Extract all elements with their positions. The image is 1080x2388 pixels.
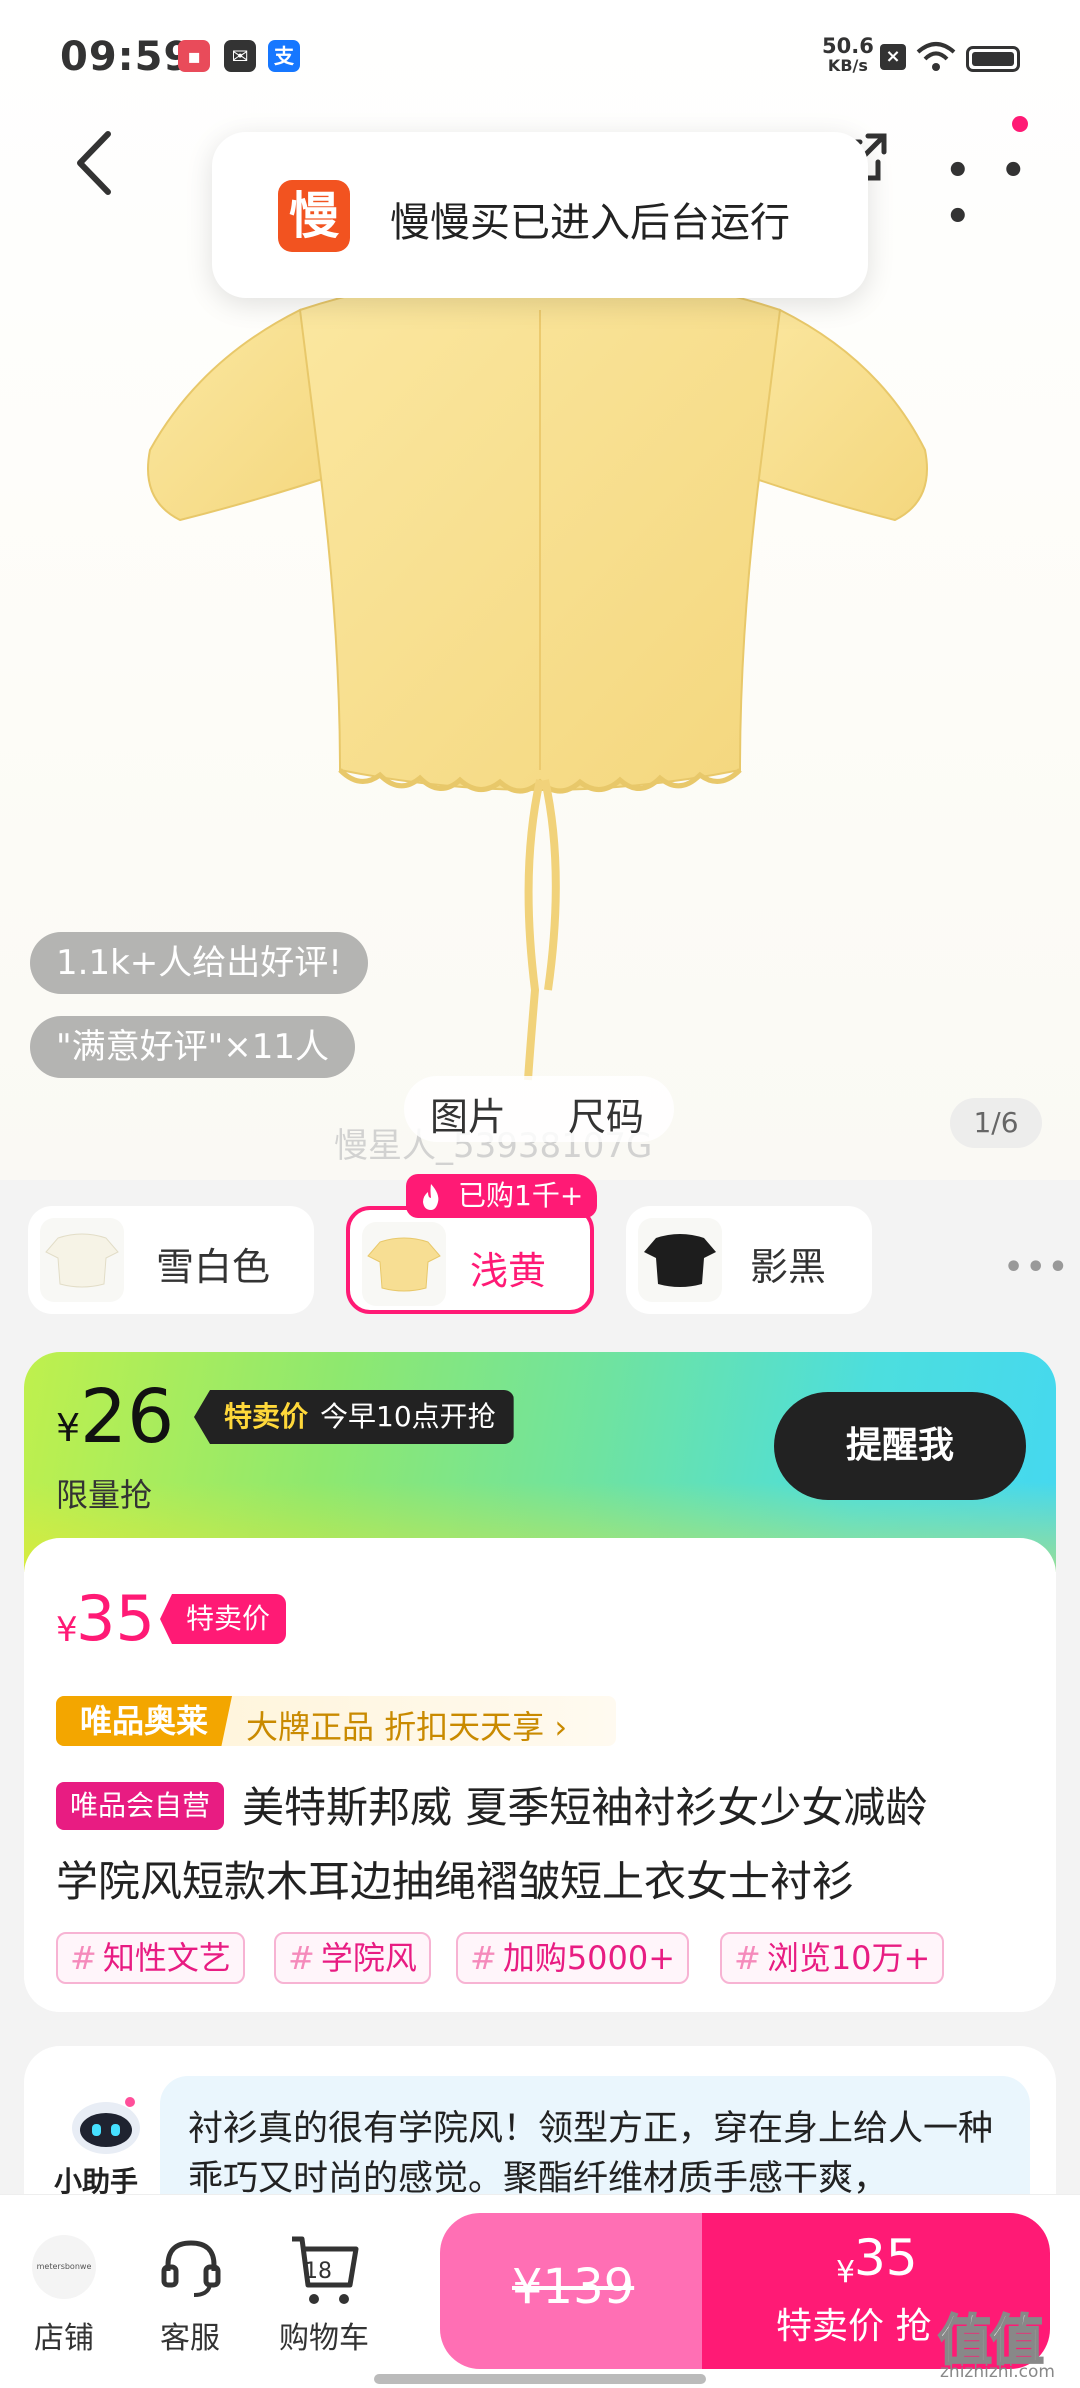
robot-assistant-icon xyxy=(72,2097,140,2154)
variant-light-yellow[interactable]: 浅黄 xyxy=(346,1206,594,1314)
flame-icon xyxy=(423,1184,439,1210)
product-info: ¥ 35 特卖价 唯品奥莱 大牌正品 折扣天天享 › 唯品会自营 美特斯邦威 夏… xyxy=(24,1538,1056,2012)
bottom-action-bar: metersbonwe 店铺 客服 18 购物车 ¥139 ¥ 35 特卖价 抢 xyxy=(0,2194,1080,2388)
satisfied-pill[interactable]: "满意好评"×11人 xyxy=(30,1016,356,1078)
variant-shadow-black[interactable]: 影黑 xyxy=(626,1206,872,1314)
site-watermark-url: zhizhizhi.com xyxy=(940,2362,1055,2382)
background-toast: 慢 慢慢买已进入后台运行 xyxy=(212,132,868,298)
customer-service-button[interactable]: 客服 xyxy=(130,2195,250,2388)
sim-off-icon: × xyxy=(880,44,906,70)
flash-sale-price: 26 xyxy=(80,1374,175,1460)
more-icon[interactable]: • • • xyxy=(945,148,1080,240)
headset-icon xyxy=(161,2240,221,2297)
shop-logo: metersbonwe xyxy=(32,2235,96,2299)
tag-chip[interactable]: # 学院风 xyxy=(274,1932,431,1984)
variant-thumbnail xyxy=(638,1218,722,1302)
original-price: ¥139 xyxy=(512,2259,635,2315)
toast-message: 慢慢买已进入后台运行 xyxy=(390,200,790,246)
status-bar: 09:59 ▪ ✉ 支 50.6 KB/s × xyxy=(0,0,1080,115)
special-price-tag: 特卖价 xyxy=(160,1594,287,1644)
tab-images[interactable]: 图片 xyxy=(430,1086,506,1141)
wifi-icon xyxy=(916,42,956,71)
outlet-banner[interactable]: 唯品奥莱 大牌正品 折扣天天享 › xyxy=(56,1696,616,1746)
battery-icon xyxy=(966,46,1020,72)
outlet-brand-label: 唯品奥莱 xyxy=(56,1696,232,1746)
mail-icon: ✉ xyxy=(224,40,256,72)
clock: 09:59 xyxy=(60,34,193,80)
price-card: ¥ 26 特卖价 今早10点开抢 限量抢 提醒我 ¥ 35 特卖价 唯品奥莱 大牌… xyxy=(24,1352,1056,2012)
image-pager: 1/6 xyxy=(950,1098,1042,1148)
variant-snow-white[interactable]: 雪白色 xyxy=(28,1206,314,1314)
image-tab-switch: 图片 尺码 xyxy=(404,1076,674,1142)
product-image-area[interactable]: • • • 慢 慢慢买已进入后台运行 1.1k+人给出好评! "满意好评"×11… xyxy=(0,0,1080,1180)
more-variants-icon[interactable]: ••• xyxy=(1004,1250,1071,1285)
network-speed: 50.6 KB/s xyxy=(822,34,874,76)
tag-chip[interactable]: # 知性文艺 xyxy=(56,1932,245,1984)
variant-selector: 雪白色 浅黄 已购1千+ 影黑 ••• xyxy=(0,1174,1080,1330)
back-icon[interactable] xyxy=(70,128,120,198)
cart-button[interactable]: 18 购物车 xyxy=(264,2195,384,2388)
special-price: 35 xyxy=(76,1582,155,1655)
alipay-icon: 支 xyxy=(268,40,300,72)
notification-dot xyxy=(1012,116,1028,132)
self-operated-tag: 唯品会自营 xyxy=(56,1782,225,1830)
limited-label: 限量抢 xyxy=(56,1476,153,1514)
home-indicator[interactable] xyxy=(374,2374,706,2384)
tag-chip[interactable]: # 加购5000+ xyxy=(456,1932,690,1984)
app-notification-icon: ▪ xyxy=(178,40,210,72)
app-logo-icon: 慢 xyxy=(278,180,350,252)
shop-button[interactable]: metersbonwe 店铺 xyxy=(4,2195,124,2388)
remind-me-button[interactable]: 提醒我 xyxy=(774,1392,1026,1500)
flash-sale-tag: 特卖价 今早10点开抢 xyxy=(194,1390,514,1444)
tab-size[interactable]: 尺码 xyxy=(568,1086,644,1141)
original-price-button[interactable]: ¥139 xyxy=(440,2213,704,2369)
variant-thumbnail xyxy=(40,1218,124,1302)
product-title-line2: 学院风短款木耳边抽绳褶皱短上衣女士衬衫 xyxy=(56,1857,855,1906)
reviews-pill[interactable]: 1.1k+人给出好评! xyxy=(30,932,368,994)
variant-thumbnail xyxy=(362,1222,446,1306)
tag-chip[interactable]: # 浏览10万+ xyxy=(720,1932,945,1984)
cart-count: 18 xyxy=(304,2259,332,2284)
product-title-line1: 美特斯邦威 夏季短袖衬衫女少女减龄 xyxy=(242,1783,928,1832)
outlet-slogan: 大牌正品 折扣天天享 › xyxy=(246,1708,568,1746)
buy-price: 35 xyxy=(854,2229,918,2287)
buy-label: 特卖价 抢 xyxy=(776,2306,932,2347)
